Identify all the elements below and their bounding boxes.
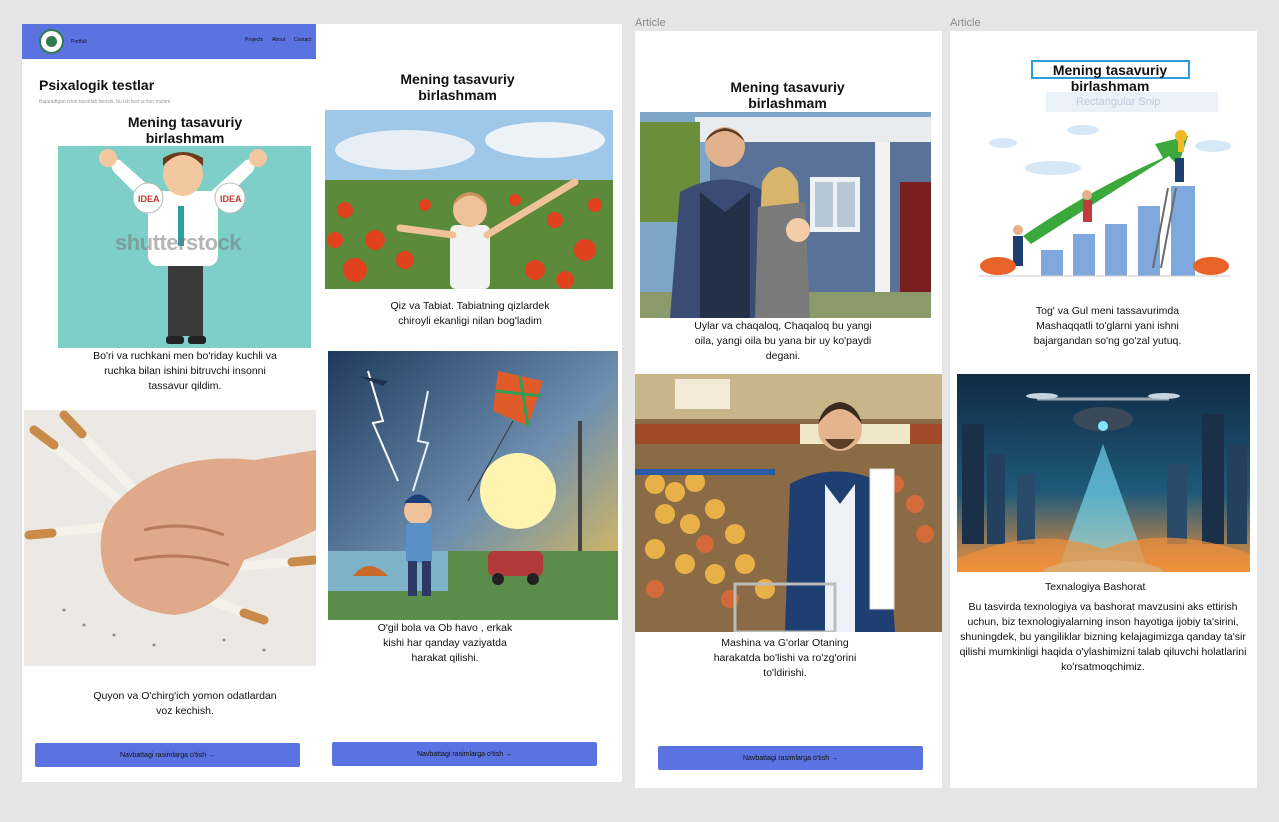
logo-icon[interactable] (39, 29, 64, 54)
page1-heading: Mening tasavuriy birlashmam (127, 114, 243, 146)
frame-label-article-1: Article (635, 17, 666, 29)
next-images-button-1[interactable]: Navbattagi rasimlarga o'tish → (35, 743, 300, 767)
brand-name: Portfuli (71, 39, 87, 45)
page3-card1-caption: Uylar va chaqaloq, Chaqaloq bu yangi oil… (694, 320, 872, 362)
page2-heading: Mening tasavuriy birlashmam (400, 71, 515, 103)
card2-caption: Quyon va O'chirg'ich yomon odatlardan vo… (93, 690, 277, 717)
future-tech-city-image (957, 374, 1250, 572)
page2-card1-caption: Qiz va Tabiat. Tabiatning qizlardek chir… (390, 300, 550, 327)
next-images-button-3[interactable]: Navbattagi rasimlarga o'tish → (658, 746, 923, 770)
ghost-tooltip: Rectangular Snip (1046, 92, 1218, 112)
idea-badge-right: IDEA (220, 194, 242, 204)
idea-badge-left: IDEA (138, 194, 160, 204)
family-house-image (640, 112, 931, 318)
frame-label-article-2: Article (950, 17, 981, 29)
man-grocery-store-image (635, 374, 942, 632)
nav-link-projects[interactable]: Projects (245, 37, 263, 43)
page4-card1-caption: Tog' va Gul meni tassavurimda Mashaqqatl… (1033, 305, 1182, 347)
nav-bar: Portfuli Projects About Contact (22, 24, 316, 59)
page2-card2-caption: O'gil bola va Ob havo , erkak kishi har … (377, 622, 513, 664)
page-title: Psixalogik testlar (39, 77, 155, 93)
page3-card2-caption: Mashina va G'orlar Otaning harakatda bo'… (713, 637, 857, 679)
idea-man-image: IDEA IDEA shutterstock (58, 146, 311, 348)
page4-heading: Mening tasavuriy birlashmam (1052, 62, 1168, 94)
page4-card2-caption: Bu tasvirda texnologiya va bashorat mavz… (959, 601, 1247, 673)
girl-poppy-field-image (325, 110, 613, 289)
page4-card2-title: Texnalogiya Bashorat (1045, 581, 1146, 593)
next-images-button-2[interactable]: Navbattagi rasimlarga o'tish → (332, 742, 597, 766)
watermark-text: shutterstock (115, 230, 242, 255)
card1-caption: Bo'ri va ruchkani men bo'riday kuchli va… (93, 350, 277, 392)
growth-chart-illustration (973, 118, 1235, 282)
nav-link-about[interactable]: About (272, 37, 285, 43)
ghost-tooltip-text: Rectangular Snip (1076, 96, 1161, 108)
nav-link-contact[interactable]: Contact (294, 37, 311, 43)
boy-kite-storm-image (328, 351, 618, 620)
page3-heading: Mening tasavuriy birlashmam (730, 79, 845, 111)
cigarettes-image (24, 410, 316, 666)
page-subtitle: Bajaradigan ishni tasvirlab berishi, bu … (39, 99, 171, 105)
